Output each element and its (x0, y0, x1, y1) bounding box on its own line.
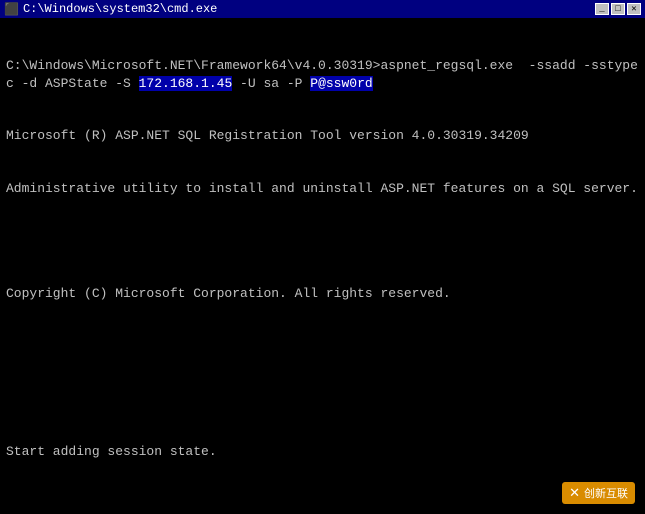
copyright-line: Copyright (C) Microsoft Corporation. All… (6, 285, 639, 303)
highlighted-pass: P@ssw0rd (310, 76, 372, 91)
line-text: -U sa -P (232, 76, 310, 91)
title-bar-left: ⬛ C:\Windows\system32\cmd.exe (4, 2, 217, 17)
terminal-line: Microsoft (R) ASP.NET SQL Registration T… (6, 127, 639, 145)
title-bar: ⬛ C:\Windows\system32\cmd.exe _ □ ✕ (0, 0, 645, 18)
close-button[interactable]: ✕ (627, 3, 641, 15)
terminal-line: Administrative utility to install and un… (6, 180, 639, 198)
highlighted-ip: 172.168.1.45 (139, 76, 233, 91)
window-title: C:\Windows\system32\cmd.exe (23, 2, 217, 16)
terminal-line: Start adding session state. (6, 443, 639, 461)
terminal-line (6, 496, 639, 514)
terminal-line (6, 338, 639, 356)
maximize-button[interactable]: □ (611, 3, 625, 15)
terminal: C:\Windows\Microsoft.NET\Framework64\v4.… (0, 18, 645, 514)
watermark-icon: ✕ (569, 485, 580, 501)
title-bar-buttons: _ □ ✕ (595, 3, 641, 15)
watermark-text: 创新互联 (584, 485, 628, 501)
terminal-icon: ⬛ (4, 2, 19, 17)
terminal-line (6, 390, 639, 408)
terminal-line (6, 233, 639, 251)
terminal-line: C:\Windows\Microsoft.NET\Framework64\v4.… (6, 57, 639, 92)
minimize-button[interactable]: _ (595, 3, 609, 15)
watermark: ✕ 创新互联 (562, 482, 635, 504)
